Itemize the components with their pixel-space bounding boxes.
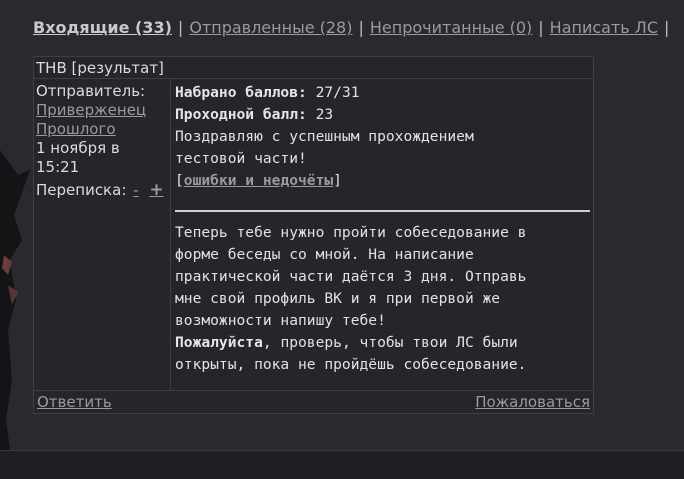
sender-name-line1[interactable]: Приверженец [36,101,146,119]
score-line: Набрано баллов: 27/31 [175,82,591,104]
nav-separator: | [538,18,544,37]
next-line: Теперь тебе нужно пройти собеседование в [175,224,527,241]
thread-controls: Переписка: - + [36,181,170,200]
compose-link[interactable]: Написать ЛС [550,18,658,37]
tab-inbox[interactable]: Входящие (33) [33,18,172,37]
page: Входящие (33) | Отправленные (28) | Непрочит… [0,0,684,479]
please-rest: , проверь, чтобы твои ЛС были [262,334,518,351]
congrats-line1: Поздравляю с успешным прохождением [175,128,474,145]
date-line1: 1 ноября в [36,139,120,157]
next-line: мне свой профиль ВК и я при первой же [175,290,501,307]
bottom-strip [0,450,684,479]
score-label: Набрано баллов: [175,84,307,101]
message-meta: Отправитель: Приверженец Прошлого 1 нояб… [34,79,171,390]
errors-line: [ошибки и недочёты] [175,170,591,192]
congrats-line2: тестовой части! [175,150,307,167]
bracket-open: [ [175,172,184,189]
date-line2: 15:21 [36,158,80,176]
sender-link[interactable]: Приверженец Прошлого [36,101,170,139]
message-title: ТНВ [результат] [34,57,593,79]
thread-collapse-button[interactable]: - [133,181,138,199]
nav-separator: | [664,18,670,37]
message-footer: Ответить Пожаловаться [34,390,593,414]
next-line: возможности напишу тебе! [175,312,386,329]
pass-label: Проходной балл: [175,106,307,123]
message-card: ТНВ [результат] Отправитель: Приверженец… [33,56,594,414]
divider [175,210,590,212]
sender-name-line2[interactable]: Прошлого [36,120,116,138]
tab-sent[interactable]: Отправленные (28) [189,18,352,37]
nav-separator: | [358,18,364,37]
bracket-close: ] [333,172,342,189]
errors-link[interactable]: ошибки и недочёты [184,172,333,189]
nav-separator: | [177,18,184,37]
score-value: 27/31 [315,84,360,101]
message-date: 1 ноября в 15:21 [36,139,170,177]
please-bold: Пожалуйста [175,334,263,351]
tab-unread[interactable]: Непрочитанные (0) [370,18,532,37]
pass-value: 23 [315,106,334,123]
please-line1: Пожалуйста, проверь, чтобы твои ЛС были [175,332,591,354]
next-line: форме беседы со мной. На написание [175,246,474,263]
pass-line: Проходной балл: 23 [175,104,591,126]
pm-navigation: Входящие (33) | Отправленные (28) | Непрочит… [33,18,684,37]
thread-label: Переписка: [36,181,127,199]
message-body: Набрано баллов: 27/31 Проходной балл: 23… [175,82,591,390]
next-line: практической части даётся 3 дня. Отправь [175,268,527,285]
report-link[interactable]: Пожаловаться [475,393,590,411]
please-line2: открыты, пока не пройдёшь собеседование. [175,356,527,373]
reply-link[interactable]: Ответить [37,393,112,411]
thread-expand-button[interactable]: + [149,180,163,200]
sender-label: Отправитель: [36,82,146,100]
